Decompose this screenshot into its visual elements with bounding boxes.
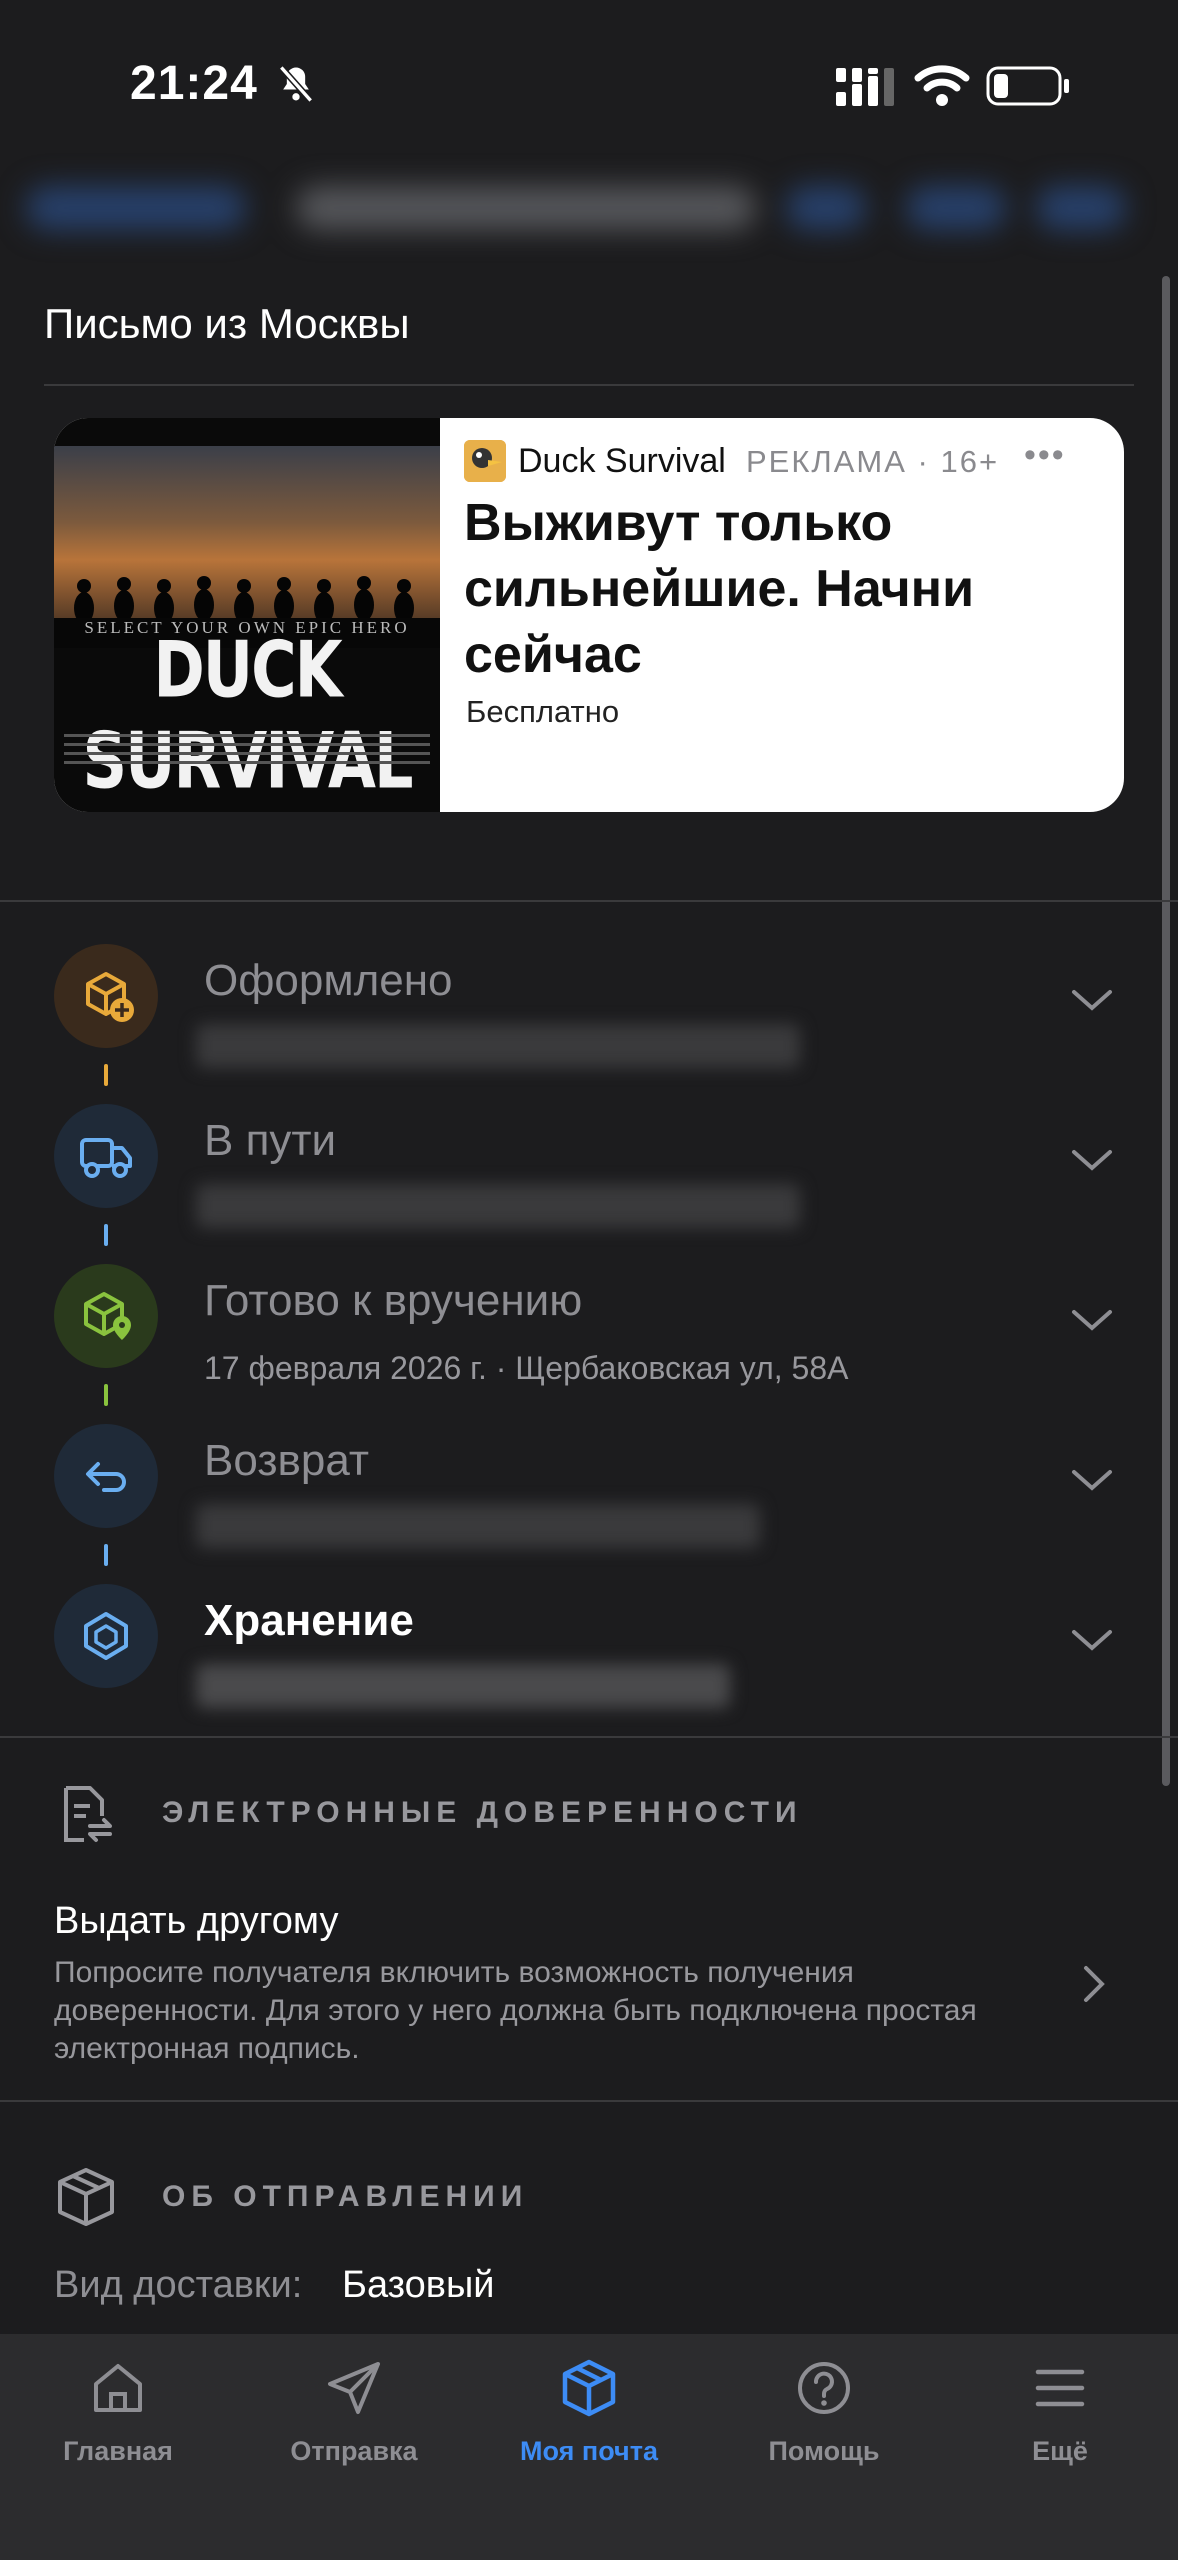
box-icon bbox=[562, 2359, 616, 2417]
timeline-detail-storage bbox=[196, 1664, 730, 1708]
tab-more-label: Ещё bbox=[1032, 2436, 1088, 2466]
proxies-divider bbox=[0, 2100, 1178, 2102]
tab-more[interactable]: Ещё bbox=[942, 2334, 1178, 2494]
timeline-detail-ordered bbox=[196, 1024, 800, 1068]
ad-brand-name: Duck Survival bbox=[518, 442, 726, 480]
title-divider bbox=[44, 384, 1134, 386]
timeline-detail-ready: 17 февраля 2026 г. · Щербаковская ул, 58… bbox=[204, 1350, 849, 1386]
tab-home-label: Главная bbox=[63, 2436, 173, 2466]
ad-headline: Выживут только сильнейшие. Начни сейчас bbox=[464, 494, 975, 684]
package-plus-icon bbox=[86, 972, 134, 1022]
timeline-icon-transit bbox=[54, 1104, 158, 1208]
ad-card[interactable]: SELECT YOUR OWN EPIC HERO DUCK SURVIVAL … bbox=[54, 418, 1124, 812]
ad-more-icon[interactable]: ••• bbox=[1024, 436, 1066, 475]
chevron-down-icon[interactable] bbox=[1070, 1308, 1114, 1332]
timeline-title-transit: В пути bbox=[204, 1116, 337, 1165]
delivery-type-label: Вид доставки: bbox=[54, 2264, 303, 2306]
ad-image: SELECT YOUR OWN EPIC HERO DUCK SURVIVAL bbox=[54, 418, 440, 812]
chevron-down-icon[interactable] bbox=[1070, 1468, 1114, 1492]
return-arrow-icon bbox=[86, 1462, 127, 1492]
tab-my-mail-label: Моя почта bbox=[520, 2436, 658, 2466]
timeline-connector bbox=[104, 1224, 108, 1246]
document-proxy-icon bbox=[64, 1786, 112, 1842]
timeline-icon-return bbox=[54, 1424, 158, 1528]
proxies-section-title: ЭЛЕКТРОННЫЕ ДОВЕРЕННОСТИ bbox=[162, 1796, 803, 1829]
bottom-tab-bar: Главная Отправка Моя почта Помощь Ещё bbox=[0, 2334, 1178, 2560]
tab-help[interactable]: Помощь bbox=[706, 2334, 942, 2494]
timeline-title-ready: Готово к вручению bbox=[204, 1276, 583, 1325]
tab-send[interactable]: Отправка bbox=[236, 2334, 472, 2494]
tab-send-label: Отправка bbox=[290, 2436, 418, 2466]
timeline-connector bbox=[104, 1544, 108, 1566]
package-icon bbox=[58, 2168, 114, 2226]
ad-meta: РЕКЛАМА · 16+ bbox=[746, 444, 1000, 479]
tab-help-label: Помощь bbox=[768, 2436, 880, 2466]
wifi-icon bbox=[914, 65, 970, 106]
scrollbar[interactable] bbox=[1162, 276, 1170, 1786]
battery-icon bbox=[986, 66, 1069, 106]
timeline-detail-return bbox=[196, 1504, 760, 1548]
ad-image-logo: DUCK SURVIVAL bbox=[82, 623, 413, 807]
delivery-type-value: Базовый bbox=[342, 2264, 495, 2306]
status-time: 21:24 bbox=[130, 57, 258, 110]
timeline-divider bbox=[0, 1736, 1178, 1738]
package-location-icon bbox=[84, 1292, 131, 1340]
blurred-header bbox=[26, 172, 1126, 244]
chevron-down-icon[interactable] bbox=[1070, 1148, 1114, 1172]
menu-icon bbox=[1035, 2369, 1085, 2407]
truck-icon bbox=[80, 1138, 132, 1178]
chevron-down-icon[interactable] bbox=[1070, 1628, 1114, 1652]
timeline-detail-transit bbox=[196, 1184, 800, 1228]
shipment-section-title: ОБ ОТПРАВЛЕНИИ bbox=[162, 2180, 529, 2213]
ad-divider bbox=[0, 900, 1178, 902]
ad-brand-icon bbox=[464, 440, 506, 482]
timeline-title-storage: Хранение bbox=[204, 1596, 414, 1645]
timeline-connector bbox=[104, 1064, 108, 1086]
give-proxy-title[interactable]: Выдать другому bbox=[54, 1900, 338, 1943]
ad-label: РЕКЛАМА bbox=[746, 444, 907, 479]
ad-price: Бесплатно bbox=[466, 694, 620, 729]
timeline-icon-ready bbox=[54, 1264, 158, 1368]
chevron-right-icon[interactable] bbox=[1082, 1964, 1106, 2004]
help-icon bbox=[798, 2362, 850, 2414]
chevron-down-icon[interactable] bbox=[1070, 988, 1114, 1012]
ad-fineprint bbox=[64, 728, 430, 770]
ad-age: 16+ bbox=[940, 444, 1000, 479]
give-proxy-description: Попросите получателя включить возможност… bbox=[54, 1956, 977, 2065]
timeline-title-return: Возврат bbox=[204, 1436, 369, 1485]
bell-muted-icon bbox=[278, 65, 314, 103]
page-title: Письмо из Москвы bbox=[44, 300, 410, 347]
timeline-title-ordered: Оформлено bbox=[204, 956, 453, 1005]
home-icon bbox=[94, 2364, 142, 2412]
timeline-icon-ordered bbox=[54, 944, 158, 1048]
tab-home[interactable]: Главная bbox=[0, 2334, 236, 2494]
tab-my-mail[interactable]: Моя почта bbox=[471, 2334, 707, 2494]
timeline-icon-storage bbox=[54, 1584, 158, 1688]
cellular-signal-icon bbox=[836, 68, 894, 106]
storage-box-icon bbox=[84, 1612, 128, 1660]
timeline-connector bbox=[104, 1384, 108, 1406]
send-icon bbox=[328, 2362, 380, 2414]
